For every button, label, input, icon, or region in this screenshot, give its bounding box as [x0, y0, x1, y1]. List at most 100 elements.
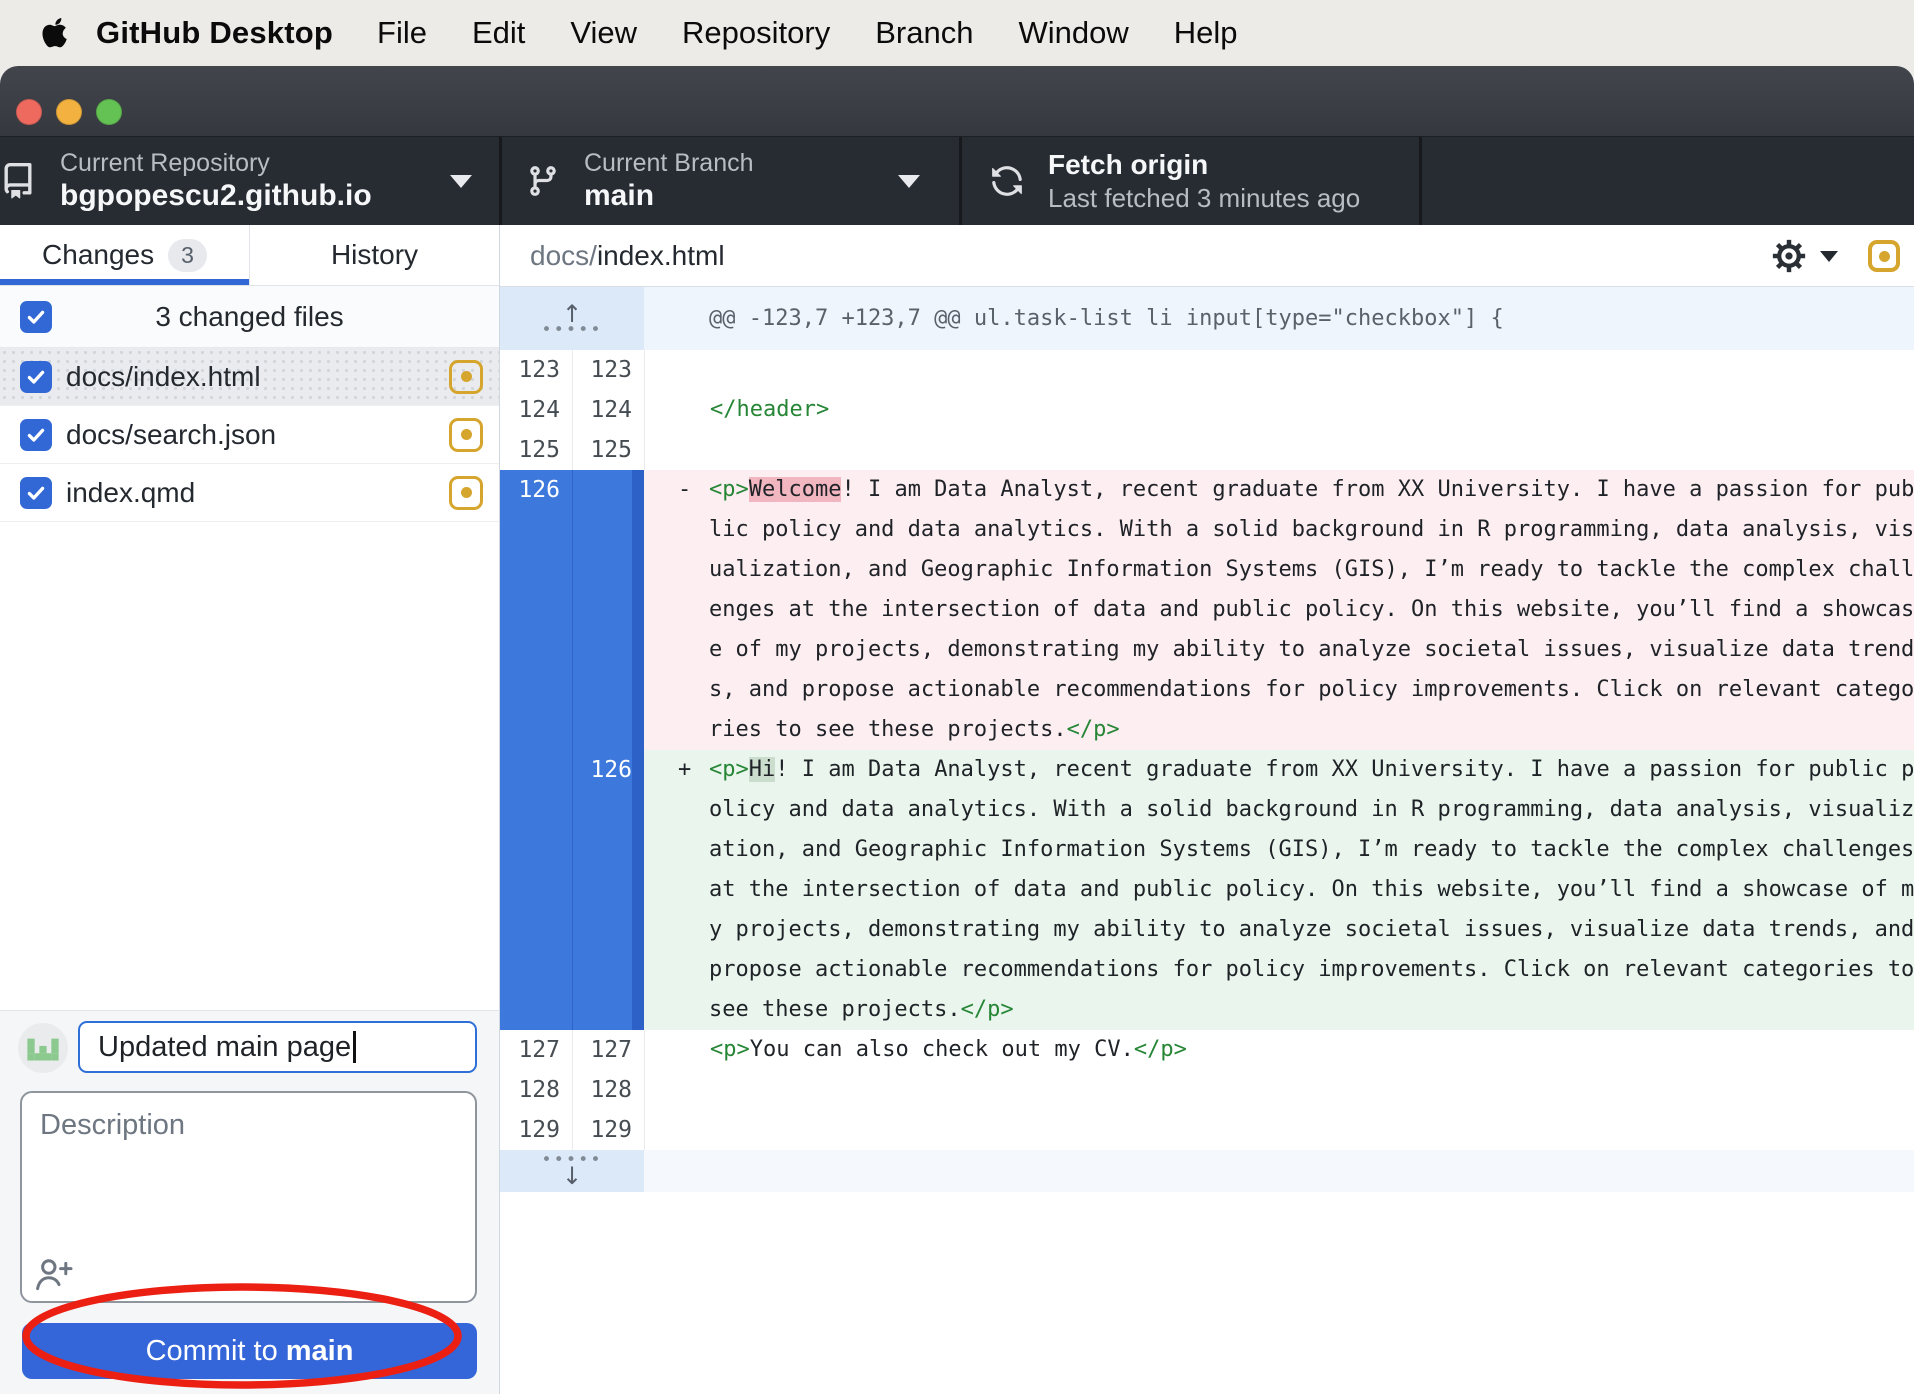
selected-line-gutter[interactable]: 126: [500, 750, 644, 1030]
file-checkbox[interactable]: [20, 419, 52, 451]
github-desktop-window: Current Repository bgpopescu2.github.io …: [0, 66, 1914, 1394]
modified-status-icon: [449, 418, 483, 452]
menu-app-name[interactable]: GitHub Desktop: [96, 15, 333, 51]
expand-down-row: •••••↓: [500, 1150, 1914, 1192]
old-line-number: 127: [500, 1030, 572, 1070]
add-coauthor-icon[interactable]: [34, 1255, 74, 1295]
changed-file-list: docs/index.htmldocs/search.jsonindex.qmd: [0, 348, 499, 522]
file-checkbox[interactable]: [20, 477, 52, 509]
menu-item-view[interactable]: View: [570, 15, 637, 51]
diff-body: ↑•••••@@ -123,7 +123,7 @@ ul.task-list l…: [500, 287, 1914, 1394]
tab-label: History: [331, 239, 418, 271]
menu-item-help[interactable]: Help: [1174, 15, 1238, 51]
diff-file-header: docs/index.html: [500, 225, 1914, 287]
diff-block-removed[interactable]: 126 -<p>Welcome! I am Data Analyst, recen…: [500, 470, 1914, 750]
file-basename: search.json: [133, 419, 276, 450]
diff-hunk-header: ↑•••••@@ -123,7 +123,7 @@ ul.task-list l…: [500, 287, 1914, 350]
diff-code-row: +<p>Hi! I am Data Analyst, recent gradua…: [644, 750, 1914, 790]
hunk-header-text: @@ -123,7 +123,7 @@ ul.task-list li inpu…: [644, 287, 1914, 350]
expand-down-control[interactable]: •••••↓: [500, 1150, 644, 1192]
main-content: Changes3 History 3 changed files docs/ind…: [0, 225, 1914, 1394]
commit-description-input[interactable]: [22, 1093, 475, 1301]
file-dir: docs/: [66, 361, 133, 392]
diff-panel: docs/index.html: [500, 225, 1914, 1394]
gear-icon[interactable]: [1772, 239, 1806, 273]
toolbar: Current Repository bgpopescu2.github.io …: [0, 137, 1914, 225]
commit-description-box: [20, 1091, 477, 1303]
branch-icon: [526, 164, 560, 198]
file-row[interactable]: index.qmd: [0, 464, 499, 522]
current-branch-value: main: [584, 178, 754, 214]
commit-summary-value: Updated main page: [98, 1031, 351, 1064]
diff-block-code: +<p>Hi! I am Data Analyst, recent gradua…: [644, 750, 1914, 1030]
old-line-number: 129: [500, 1110, 572, 1150]
selected-line-gutter[interactable]: 126: [500, 470, 644, 750]
fetch-origin-button[interactable]: Fetch origin Last fetched 3 minutes ago: [962, 137, 1419, 225]
menu-item-branch[interactable]: Branch: [875, 15, 973, 51]
current-repository-button[interactable]: Current Repository bgpopescu2.github.io: [0, 137, 499, 225]
changed-files-summary-row[interactable]: 3 changed files: [0, 286, 499, 348]
current-branch-button[interactable]: Current Branch main: [502, 137, 959, 225]
changed-files-summary-label: 3 changed files: [0, 301, 499, 333]
menu-items: File Edit View Repository Branch Window Help: [377, 15, 1237, 51]
commit-form: Updated main page Commit to main: [0, 1010, 499, 1394]
sync-icon: [990, 164, 1024, 198]
zoom-window-button[interactable]: [96, 99, 122, 125]
menu-item-edit[interactable]: Edit: [472, 15, 525, 51]
menu-item-file[interactable]: File: [377, 15, 427, 51]
file-name-label: index.qmd: [66, 477, 195, 509]
minimize-window-button[interactable]: [56, 99, 82, 125]
diff-line-content: [645, 1070, 1914, 1110]
diff-line-context[interactable]: 127127<p>You can also check out my CV.</…: [500, 1030, 1914, 1070]
diff-line-context[interactable]: 124124</header>: [500, 390, 1914, 430]
commit-to-main-button[interactable]: Commit to main: [22, 1323, 477, 1379]
diff-line-context[interactable]: 129129: [500, 1110, 1914, 1150]
commit-summary-input[interactable]: Updated main page: [78, 1021, 477, 1073]
file-checkbox[interactable]: [20, 361, 52, 393]
fetch-origin-sub: Last fetched 3 minutes ago: [1048, 182, 1360, 214]
file-name-label: docs/search.json: [66, 419, 276, 451]
chevron-down-icon[interactable]: [1820, 251, 1838, 262]
changes-count-badge: 3: [168, 239, 207, 272]
diff-code-row: ries to see these projects.</p>: [644, 710, 1914, 750]
line-number: 126: [500, 470, 572, 510]
diff-code-row: at the intersection of data and public p…: [644, 870, 1914, 910]
diff-code-row: enges at the intersection of data and pu…: [644, 590, 1914, 630]
tab-history[interactable]: History: [249, 225, 499, 286]
diff-marker: +: [678, 750, 691, 790]
file-basename: index.html: [133, 361, 261, 392]
file-dir: docs/: [66, 419, 133, 450]
diff-code-row: ualization, and Geographic Information S…: [644, 550, 1914, 590]
diff-line-context[interactable]: 123123: [500, 350, 1914, 390]
diff-block-code: -<p>Welcome! I am Data Analyst, recent g…: [644, 470, 1914, 750]
new-line-number: 124: [572, 390, 644, 430]
repo-icon: [0, 163, 36, 199]
chevron-down-icon: [450, 175, 472, 188]
current-repository-value: bgpopescu2.github.io: [60, 178, 372, 214]
line-number: 126: [572, 750, 644, 790]
diff-line-context[interactable]: 125125: [500, 430, 1914, 470]
screen: GitHub Desktop File Edit View Repository Bra…: [0, 0, 1914, 1394]
diff-line-content: </header>: [645, 390, 1914, 430]
diff-block-added[interactable]: 126+<p>Hi! I am Data Analyst, recent gra…: [500, 750, 1914, 1030]
expand-up-control[interactable]: ↑•••••: [500, 287, 644, 350]
diff-code-row: lic policy and data analytics. With a so…: [644, 510, 1914, 550]
changes-sidebar: Changes3 History 3 changed files docs/ind…: [0, 225, 500, 1394]
diff-line-context[interactable]: 128128: [500, 1070, 1914, 1110]
file-row[interactable]: docs/index.html: [0, 348, 499, 406]
diff-code-row: e of my projects, demonstrating my abili…: [644, 630, 1914, 670]
diff-code-row: olicy and data analytics. With a solid b…: [644, 790, 1914, 830]
apple-icon[interactable]: [42, 18, 68, 48]
file-row[interactable]: docs/search.json: [0, 406, 499, 464]
menu-item-window[interactable]: Window: [1018, 15, 1128, 51]
sidebar-tabs: Changes3 History: [0, 225, 499, 286]
close-window-button[interactable]: [16, 99, 42, 125]
menu-item-repository[interactable]: Repository: [682, 15, 830, 51]
modified-status-icon: [1868, 240, 1900, 272]
avatar: [18, 1023, 68, 1073]
diff-code-row: propose actionable recommendations for p…: [644, 950, 1914, 990]
tab-changes[interactable]: Changes3: [0, 225, 249, 286]
diff-code-row: -<p>Welcome! I am Data Analyst, recent g…: [644, 470, 1914, 510]
current-repository-label: Current Repository: [60, 148, 372, 178]
window-titlebar: [0, 66, 1914, 137]
